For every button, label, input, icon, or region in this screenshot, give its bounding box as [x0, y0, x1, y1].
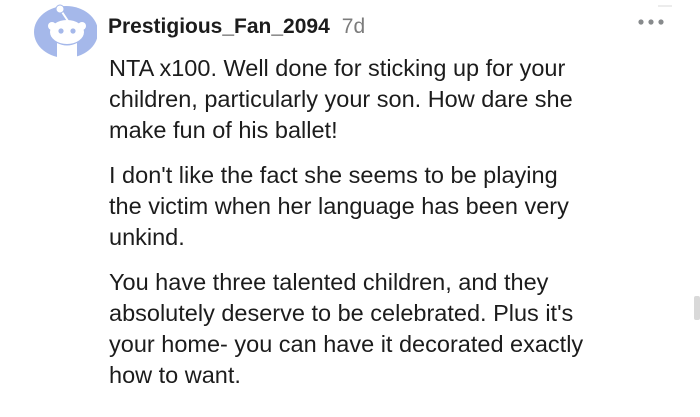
- timestamp: 7d: [341, 15, 366, 38]
- more-options-icon[interactable]: [636, 12, 666, 32]
- comment-paragraph: You have three talented children, and th…: [109, 269, 584, 388]
- comment-header: Prestigious_Fan_2094 7d: [108, 13, 365, 41]
- divider: [658, 0, 672, 7]
- comment-paragraph: I don't like the fact she seems to be pl…: [109, 162, 569, 250]
- scrollbar-thumb[interactable]: [694, 296, 700, 320]
- comment-paragraph: NTA x100. Well done for sticking up for …: [109, 55, 573, 143]
- username-link[interactable]: Prestigious_Fan_2094: [108, 15, 330, 39]
- snoo-avatar-icon[interactable]: [29, 2, 97, 58]
- comment-body: NTA x100. Well done for sticking up for …: [109, 53, 684, 405]
